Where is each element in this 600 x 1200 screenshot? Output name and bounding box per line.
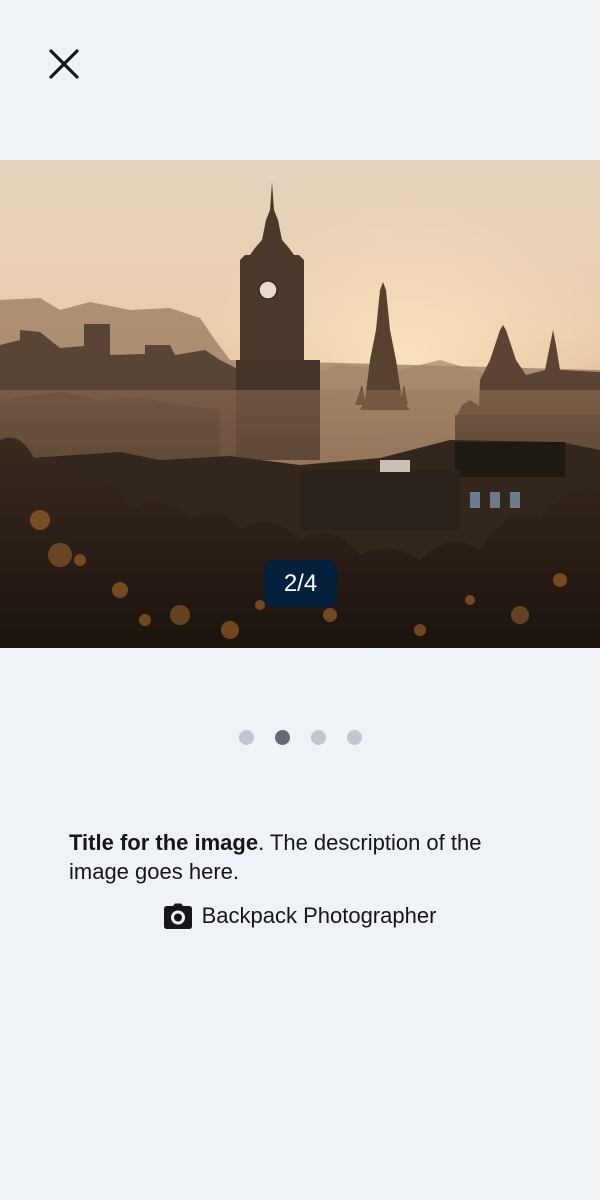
close-button[interactable]: [40, 40, 88, 88]
gallery-image[interactable]: 2/4: [0, 160, 600, 648]
photographer-name: Backpack Photographer: [201, 903, 437, 928]
page-dot-3[interactable]: [310, 730, 326, 745]
page-dot-4[interactable]: [346, 730, 362, 745]
image-caption: Title for the image. The description of …: [69, 828, 539, 886]
page-dot-2[interactable]: [274, 730, 290, 745]
close-icon: [49, 49, 79, 79]
image-counter-badge: 2/4: [264, 560, 337, 607]
photo-credit: Backpack Photographer: [0, 903, 600, 929]
camera-icon: [163, 903, 192, 929]
image-title: Title for the image: [69, 830, 259, 855]
pagination-dots: [0, 730, 600, 745]
image-gallery-screen: 2/4 Title for the image. The description…: [0, 0, 600, 1200]
page-dot-1[interactable]: [238, 730, 254, 745]
